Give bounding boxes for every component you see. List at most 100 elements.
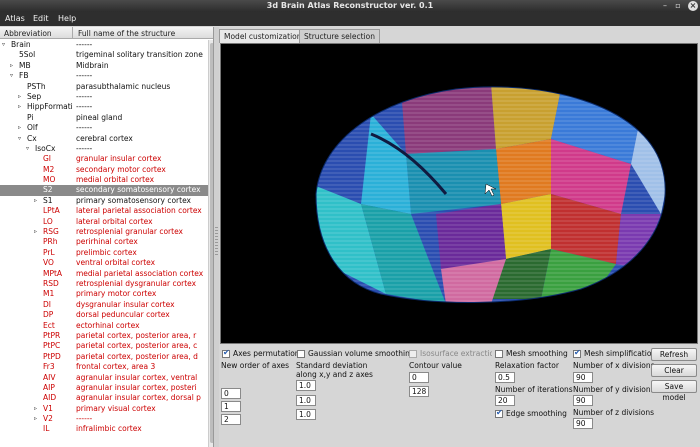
edge-smoothing-checkbox[interactable] <box>495 408 503 418</box>
tree-row-full-name: parasubthalamic nucleus <box>76 81 171 91</box>
tree-row[interactable]: LPtA lateral parietal association cortex <box>0 206 208 216</box>
tree-row[interactable]: 5Sol trigeminal solitary transition zone <box>0 50 208 60</box>
column-header-full-name[interactable]: Full name of the structure <box>78 29 175 38</box>
tree-row[interactable]: PtPR parietal cortex, posterior area, r <box>0 331 208 341</box>
axis-order-input-3[interactable]: 2 <box>221 414 241 425</box>
tree-row[interactable]: AIV agranular insular cortex, ventral <box>0 373 208 383</box>
relaxation-factor-input[interactable]: 0.5 <box>495 372 515 383</box>
tree-row[interactable]: ▹ Olf ------ <box>0 123 208 133</box>
tree-row[interactable]: ▹ RSG retrosplenial granular cortex <box>0 227 208 237</box>
tree-row[interactable]: ▹ HippFormati ------ <box>0 102 208 112</box>
expand-arrow-icon[interactable]: ▹ <box>10 61 13 71</box>
refresh-button[interactable]: Refresh <box>651 348 697 361</box>
tree-row[interactable]: PSTh parasubthalamic nucleus <box>0 82 208 92</box>
std-dev-y-input[interactable]: 1.0 <box>296 395 316 406</box>
mesh-smoothing-checkbox[interactable] <box>495 350 503 358</box>
tree-row[interactable]: M1 primary motor cortex <box>0 289 208 299</box>
collapse-arrow-icon[interactable]: ▿ <box>26 144 29 154</box>
tree-row[interactable]: ▹ S1 primary somatosensory cortex <box>0 196 208 206</box>
iterations-input[interactable]: 20 <box>495 395 515 406</box>
tree-row-full-name: ------ <box>76 414 93 424</box>
isosurface-extraction-checkbox[interactable] <box>409 350 417 358</box>
tree-row-full-name: parietal cortex, posterior area, c <box>76 341 198 351</box>
close-icon[interactable]: × <box>688 1 698 11</box>
std-dev-x-input[interactable]: 1.0 <box>296 380 316 391</box>
tree-row[interactable]: AIP agranular insular cortex, posteri <box>0 383 208 393</box>
tab-model-customization[interactable]: Model customization <box>219 29 307 43</box>
tree-row[interactable]: ▹ V2 ------ <box>0 414 208 424</box>
tree-row[interactable]: ▿ IsoCx ------ <box>0 144 208 154</box>
tree-row-full-name: granular insular cortex <box>76 154 162 164</box>
tree-row[interactable]: DI dysgranular insular cortex <box>0 300 208 310</box>
x-divisions-input[interactable]: 90 <box>573 372 593 383</box>
save-model-button[interactable]: Save model <box>651 380 697 402</box>
expand-arrow-icon[interactable]: ▹ <box>18 92 21 102</box>
tree-row[interactable]: PtPD parietal cortex, posterior area, d <box>0 352 208 362</box>
expand-arrow-icon[interactable]: ▹ <box>34 414 37 424</box>
tree-row[interactable]: Fr3 frontal cortex, area 3 <box>0 362 208 372</box>
tree-row[interactable]: AID agranular insular cortex, dorsal p <box>0 393 208 403</box>
axis-order-input-2[interactable]: 1 <box>221 401 241 412</box>
3d-viewport[interactable] <box>220 43 698 344</box>
maximize-icon[interactable]: ▫ <box>673 1 683 11</box>
tree-row[interactable]: ▿ Brain ------ <box>0 40 208 50</box>
tree-row[interactable]: GI granular insular cortex <box>0 154 208 164</box>
tree-row-abbreviation: MO <box>43 175 56 185</box>
tree-row[interactable]: M2 secondary motor cortex <box>0 165 208 175</box>
tree-row-full-name: parietal cortex, posterior area, r <box>76 330 197 340</box>
tree-row[interactable]: MPtA medial parietal association cortex <box>0 269 208 279</box>
tree-row-abbreviation: Olf <box>27 123 38 133</box>
tree-row-abbreviation: Pi <box>27 112 34 122</box>
tree-row[interactable]: IL infralimbic cortex <box>0 424 208 434</box>
tree-row[interactable]: ▹ MB Midbrain <box>0 61 208 71</box>
column-header-abbreviation[interactable]: Abbreviation <box>4 29 52 38</box>
collapse-arrow-icon[interactable]: ▿ <box>18 134 21 144</box>
tree-header: Abbreviation Full name of the structure <box>0 27 213 39</box>
tree-row[interactable]: VO ventral orbital cortex <box>0 258 208 268</box>
expand-arrow-icon[interactable]: ▹ <box>18 123 21 133</box>
expand-arrow-icon[interactable]: ▹ <box>34 196 37 206</box>
expand-arrow-icon[interactable]: ▹ <box>18 102 21 112</box>
tree-row-abbreviation: Cx <box>27 133 37 143</box>
collapse-arrow-icon[interactable]: ▿ <box>10 71 13 81</box>
tree-row[interactable]: Pi pineal gland <box>0 113 208 123</box>
tree-row[interactable]: PrL prelimbic cortex <box>0 248 208 258</box>
menu-edit[interactable]: Edit <box>33 14 49 23</box>
contour-value-input-2[interactable]: 128 <box>409 386 429 397</box>
collapse-arrow-icon[interactable]: ▿ <box>2 40 5 50</box>
tree-row-full-name: lateral parietal association cortex <box>76 206 202 216</box>
contour-value-input-1[interactable]: 0 <box>409 372 429 383</box>
tree-row[interactable]: PtPC parietal cortex, posterior area, c <box>0 341 208 351</box>
tree-row[interactable]: LO lateral orbital cortex <box>0 217 208 227</box>
tree-row-abbreviation: AIP <box>43 382 55 392</box>
tree-row-abbreviation: Brain <box>11 40 31 49</box>
menu-help[interactable]: Help <box>58 14 76 23</box>
tree-row[interactable]: ▹ V1 primary visual cortex <box>0 404 208 414</box>
menu-atlas[interactable]: Atlas <box>5 14 25 23</box>
axes-permutation-checkbox[interactable] <box>222 348 230 358</box>
tree-row[interactable]: S2 secondary somatosensory cortex <box>0 185 208 196</box>
minimize-icon[interactable]: – <box>660 1 670 11</box>
tree-row[interactable]: RSD retrosplenial dysgranular cortex <box>0 279 208 289</box>
mesh-simplification-checkbox[interactable] <box>573 348 581 358</box>
gaussian-smoothing-checkbox[interactable] <box>297 350 305 358</box>
expand-arrow-icon[interactable]: ▹ <box>34 227 37 237</box>
tab-structure-selection[interactable]: Structure selection <box>299 29 380 43</box>
tree-row[interactable]: ▹ Sep ------ <box>0 92 208 102</box>
tree-row-full-name: frontal cortex, area 3 <box>76 362 156 372</box>
clear-button[interactable]: Clear <box>651 364 697 377</box>
tree-row[interactable]: DP dorsal peduncular cortex <box>0 310 208 320</box>
z-divisions-input[interactable]: 90 <box>573 418 593 429</box>
y-divisions-input[interactable]: 90 <box>573 395 593 406</box>
std-dev-z-input[interactable]: 1.0 <box>296 409 316 420</box>
tree-row[interactable]: ▿ Cx cerebral cortex <box>0 134 208 144</box>
contour-value-label: Contour value <box>409 361 462 370</box>
tree-row[interactable]: ▿ FB ------ <box>0 71 208 81</box>
window-title: 3d Brain Atlas Reconstructor ver. 0.1 <box>266 1 434 10</box>
structure-tree[interactable]: ▿ Brain ------ 5Sol trigeminal solitary tran… <box>0 40 208 435</box>
tree-row[interactable]: PRh perirhinal cortex <box>0 237 208 247</box>
expand-arrow-icon[interactable]: ▹ <box>34 404 37 414</box>
tree-row[interactable]: MO medial orbital cortex <box>0 175 208 185</box>
tree-row[interactable]: Ect ectorhinal cortex <box>0 321 208 331</box>
axis-order-input-1[interactable]: 0 <box>221 388 241 399</box>
